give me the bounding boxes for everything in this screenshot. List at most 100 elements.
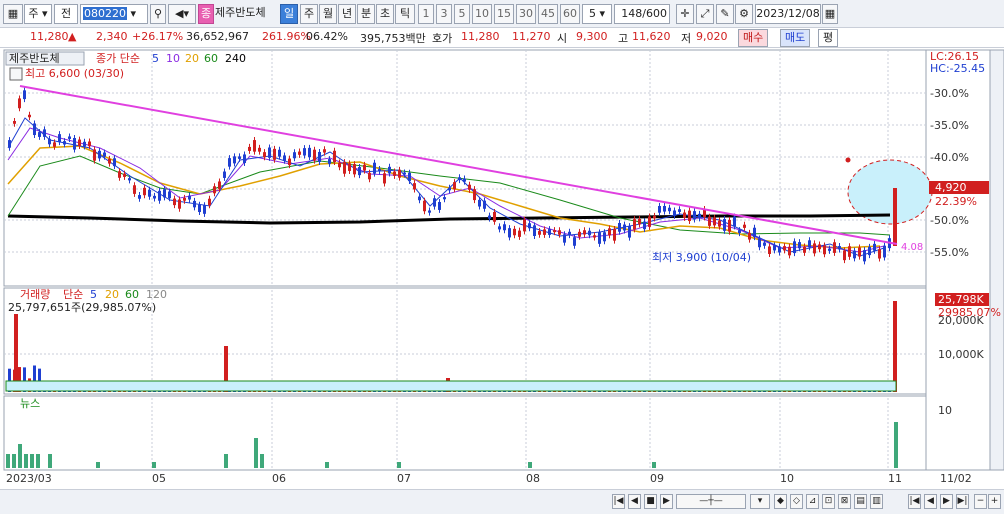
vol-ma-20-label: 20 [105, 288, 119, 301]
candle-body [658, 206, 661, 213]
scale-icon-6[interactable]: ▤ [854, 494, 867, 509]
vol-ma-120-label: 120 [146, 288, 167, 301]
zoom-out-icon[interactable]: − [974, 494, 987, 509]
period-year-button[interactable]: 년 [338, 4, 356, 24]
candle-body [398, 169, 401, 178]
page-next-icon[interactable]: ▶ [940, 494, 953, 509]
news-bar [30, 454, 34, 468]
period-tick-button[interactable]: 틱 [395, 4, 415, 24]
candle-body [603, 232, 606, 242]
interval-30-button[interactable]: 30 [516, 4, 536, 24]
candle-body [163, 189, 166, 198]
scroll-first-icon[interactable]: |◀ [612, 494, 625, 509]
scale-icon-1[interactable]: ◆ [774, 494, 787, 509]
candle-body [218, 181, 221, 189]
candle-body [433, 198, 436, 207]
change-pct: +26.17% [132, 30, 184, 43]
interval-60-button[interactable]: 60 [560, 4, 580, 24]
scale-icon-4[interactable]: ⊡ [822, 494, 835, 509]
gear-icon[interactable]: ⚙ [735, 4, 753, 24]
grid-icon[interactable] [9, 67, 23, 81]
interval-1-button[interactable]: 1 [418, 4, 434, 24]
candle-body [333, 150, 336, 162]
x-label-06: 06 [272, 472, 286, 485]
volume-bar [893, 301, 897, 392]
volume-value-label: 25,797,651주(29,985.07%) [8, 301, 156, 314]
crosshair-icon[interactable]: ✛ [676, 4, 694, 24]
period-minute-button[interactable]: 분 [357, 4, 375, 24]
interval-10-button[interactable]: 10 [472, 4, 492, 24]
high-label: 고 [618, 32, 629, 45]
page-last-icon[interactable]: ▶| [956, 494, 969, 509]
candle-body [748, 232, 751, 240]
scale-icon-7[interactable]: ▥ [870, 494, 883, 509]
candle-body [528, 223, 531, 229]
code-input[interactable]: 080220 ▾ [80, 4, 148, 24]
news-bar [6, 454, 10, 468]
candle-body [803, 246, 806, 253]
candle-body [143, 187, 146, 196]
candle-body [58, 134, 61, 143]
zoom-dropdown-icon[interactable]: ▾ [750, 494, 770, 509]
page-prev-icon[interactable]: ◀ [924, 494, 937, 509]
page-first-icon[interactable]: |◀ [908, 494, 921, 509]
candle-body [623, 224, 626, 231]
scroll-prev-icon[interactable]: ◀ [628, 494, 641, 509]
interval-45-button[interactable]: 45 [538, 4, 558, 24]
zoom-slider[interactable]: —┼— [676, 494, 746, 509]
candle-body [368, 172, 371, 180]
candle-body [343, 162, 346, 174]
side-scroll[interactable] [989, 49, 1004, 471]
scale-icon-3[interactable]: ⊿ [806, 494, 819, 509]
marker-dot [845, 157, 851, 163]
sound-icon[interactable]: ◀▾ [168, 4, 196, 24]
hc-label: HC:-25.45 [930, 62, 985, 75]
mode-select[interactable]: 주 ▾ [24, 4, 52, 24]
scale-icon-5[interactable]: ⊠ [838, 494, 851, 509]
ask-label: 호가 [432, 32, 453, 45]
stop-icon[interactable]: ■ [644, 494, 657, 509]
candle-body [238, 156, 241, 159]
menu-icon[interactable]: ▦ [3, 4, 23, 24]
zoom-in-icon[interactable]: + [988, 494, 1001, 509]
candle-body [498, 226, 501, 230]
calendar-icon[interactable]: ▦ [822, 4, 838, 24]
candle-body [278, 149, 281, 157]
candle-body [868, 246, 871, 256]
eval-button[interactable]: 평 [818, 29, 839, 47]
zoom-icon[interactable]: ⤢ [696, 4, 714, 24]
candle-body [403, 172, 406, 175]
period-month-button[interactable]: 월 [319, 4, 337, 24]
scroll-next-icon[interactable]: ▶ [660, 494, 673, 509]
scale-icon-2[interactable]: ◇ [790, 494, 803, 509]
chart-area[interactable]: 제주반도체 종가 단순 5 10 20 60 240 최고 6,600 (03/… [0, 48, 1004, 514]
current-price: 11,280 [30, 30, 69, 43]
candle-body [848, 246, 851, 257]
interval-5-button[interactable]: 5 [454, 4, 470, 24]
interval-3-button[interactable]: 3 [436, 4, 452, 24]
date-input[interactable]: 2023/12/08 [755, 4, 821, 24]
candle-body [778, 246, 781, 253]
period-second-button[interactable]: 초 [376, 4, 394, 24]
interval-15-button[interactable]: 15 [494, 4, 514, 24]
candle-body [598, 232, 601, 244]
y-tick-35: -35.0% [930, 119, 969, 132]
period-week-button[interactable]: 주 [300, 4, 318, 24]
count-select[interactable]: 5 ▾ [582, 4, 612, 24]
navigation-bar: |◀ ◀ ■ ▶ —┼— ▾ ◆ ◇ ⊿ ⊡ ⊠ ▤ ▥ |◀ ◀ ▶ ▶| −… [0, 489, 1004, 514]
search-icon[interactable]: ⚲ [150, 4, 166, 24]
candle-body [533, 225, 536, 236]
draw-icon[interactable]: ✎ [716, 4, 734, 24]
market-select[interactable]: 전 [54, 4, 78, 24]
news-bar [12, 454, 16, 468]
candle-body [303, 148, 306, 156]
news-bar [652, 462, 656, 468]
candle-body [853, 250, 856, 259]
candle-body [28, 114, 31, 118]
candle-body [758, 238, 761, 248]
candle-body [23, 90, 26, 100]
low-value: 9,020 [696, 30, 728, 43]
sell-button[interactable]: 매도 [780, 29, 811, 47]
buy-button[interactable]: 매수 [738, 29, 769, 47]
period-day-button[interactable]: 일 [280, 4, 298, 24]
